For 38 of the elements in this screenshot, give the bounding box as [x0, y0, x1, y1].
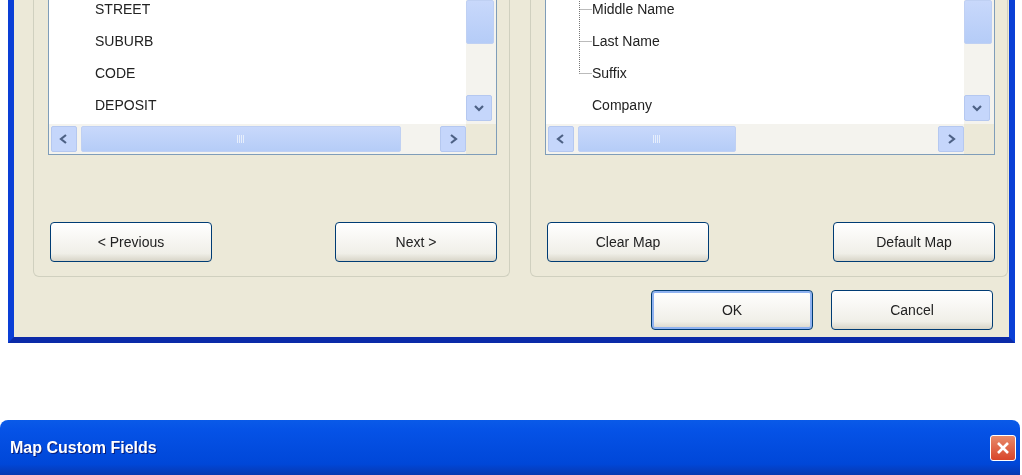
- vertical-scrollbar[interactable]: [466, 0, 496, 124]
- vertical-scrollbar[interactable]: [964, 0, 994, 124]
- tree-item[interactable]: Company: [592, 89, 652, 121]
- scrollbar-thumb[interactable]: [81, 126, 401, 152]
- list-item[interactable]: DEPOSIT: [95, 89, 466, 121]
- scrollbar-thumb[interactable]: [466, 0, 494, 44]
- horizontal-scrollbar[interactable]: [546, 124, 964, 154]
- tree-item[interactable]: Last Name: [592, 25, 660, 57]
- scrollbar-corner: [466, 124, 496, 154]
- horizontal-scrollbar[interactable]: [49, 124, 466, 154]
- scroll-left-button[interactable]: [548, 126, 574, 152]
- map-button[interactable]: Default Map: [833, 222, 995, 262]
- scroll-right-button[interactable]: [440, 126, 466, 152]
- tree-item[interactable]: Middle Name: [592, 0, 675, 25]
- list-item[interactable]: SUBURB: [95, 25, 466, 57]
- tree-item[interactable]: Suffix: [592, 57, 627, 89]
- scrollbar-thumb[interactable]: [578, 126, 736, 152]
- dialog-button[interactable]: OK: [651, 290, 813, 330]
- scroll-left-button[interactable]: [51, 126, 77, 152]
- tree-line: [579, 0, 592, 25]
- scroll-down-button[interactable]: [964, 95, 990, 121]
- scroll-down-button[interactable]: [466, 95, 492, 121]
- window-title: Map Custom Fields: [10, 438, 157, 457]
- map-button[interactable]: Clear Map: [547, 222, 709, 262]
- close-icon: [996, 440, 1010, 455]
- nav-button[interactable]: Next >: [335, 222, 497, 262]
- close-button[interactable]: [990, 434, 1016, 461]
- scrollbar-thumb[interactable]: [964, 0, 992, 44]
- field-list[interactable]: STREET SUBURB CODE DEPOSIT: [48, 0, 497, 155]
- dialog-button[interactable]: Cancel: [831, 290, 993, 330]
- nav-button[interactable]: < Previous: [50, 222, 212, 262]
- scrollbar-corner: [964, 124, 994, 154]
- list-item[interactable]: CODE: [95, 57, 466, 89]
- grip-icon: [237, 135, 245, 143]
- field-tree[interactable]: Middle Name Last Name Suffix Company: [545, 0, 995, 155]
- list-item[interactable]: STREET: [95, 0, 466, 25]
- scroll-right-button[interactable]: [938, 126, 964, 152]
- grip-icon: [653, 135, 661, 143]
